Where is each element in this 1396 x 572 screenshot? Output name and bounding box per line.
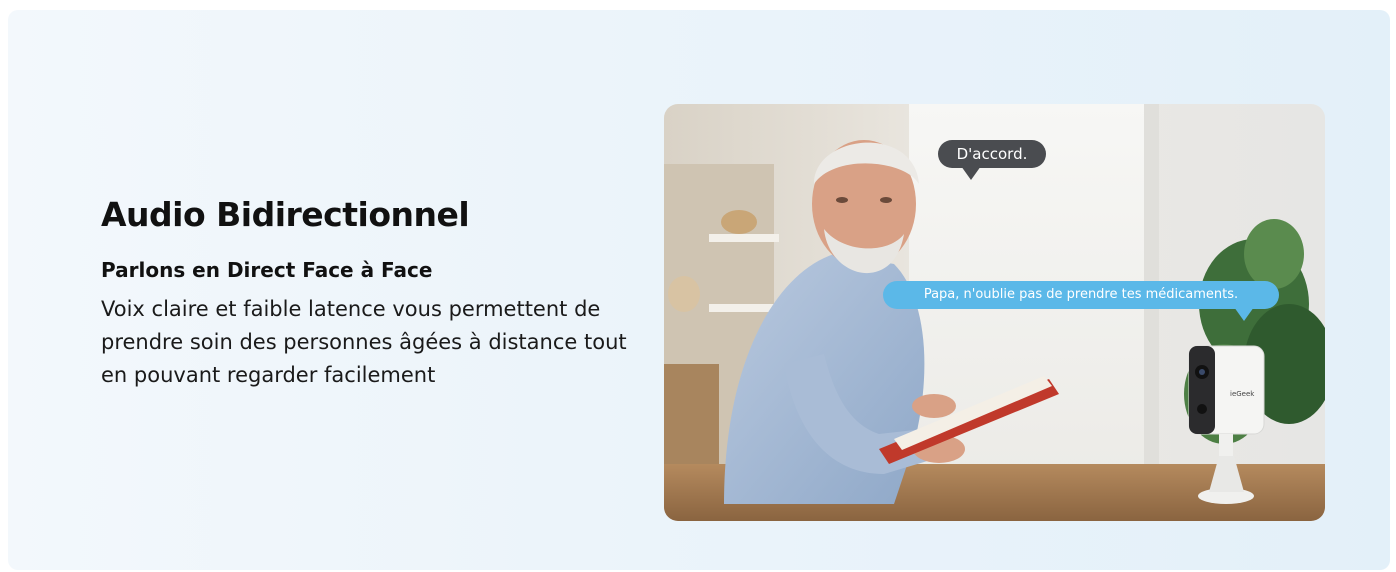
man-eye [880, 197, 892, 203]
feature-title: Audio Bidirectionnel [101, 195, 470, 234]
feature-text: Audio Bidirectionnel Parlons en Direct F… [101, 195, 641, 392]
feature-photo: D'accord. Papa, n'oublie pas de prendre … [664, 104, 1325, 521]
feature-card: Audio Bidirectionnel Parlons en Direct F… [8, 10, 1390, 570]
shelf [709, 304, 779, 312]
message-speech-bubble: Papa, n'oublie pas de prendre tes médica… [883, 281, 1279, 309]
feature-description: Voix claire et faible latence vous perme… [101, 297, 627, 387]
lamp [668, 276, 700, 312]
camera-brand-label: ieGeek [1230, 390, 1255, 398]
man-eye [836, 197, 848, 203]
feature-subtitle: Parlons en Direct Face à Face [101, 258, 433, 282]
shelf [709, 234, 779, 242]
shelf-basket [721, 210, 757, 234]
man-hand [912, 394, 956, 418]
reply-bubble-tail [961, 166, 981, 180]
message-bubble-tail [1234, 307, 1254, 321]
reply-speech-bubble: D'accord. [938, 140, 1046, 168]
